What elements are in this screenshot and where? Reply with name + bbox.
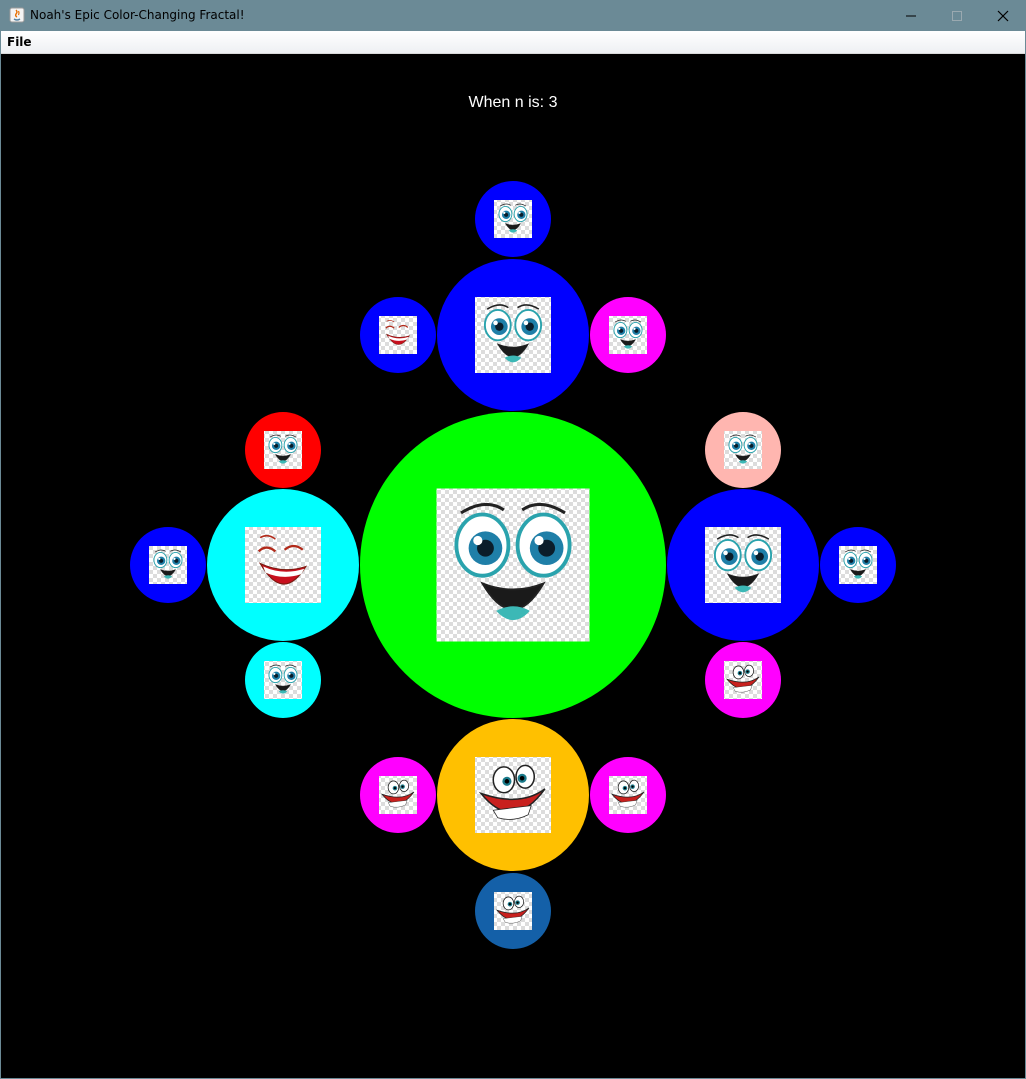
fractal-node-left-bottom — [245, 642, 321, 718]
fractal-node-center — [360, 412, 666, 718]
fractal-node-top — [437, 259, 589, 411]
maximize-icon — [952, 11, 962, 21]
fractal-node-top-top — [475, 181, 551, 257]
close-icon — [997, 10, 1009, 22]
java-app-icon — [9, 7, 25, 23]
fractal-node-bottom-bottom — [475, 873, 551, 949]
fractal-drawing — [130, 181, 896, 949]
fractal-node-bottom-left — [360, 757, 436, 833]
menu-bar: File — [1, 31, 1025, 54]
fractal-node-left — [207, 489, 359, 641]
face-tile — [245, 527, 321, 603]
minimize-icon — [906, 15, 916, 17]
fractal-node-top-left — [360, 297, 436, 373]
fractal-canvas: When n is: 3 — [1, 54, 1025, 1078]
window-title: Noah's Epic Color-Changing Fractal! — [30, 8, 245, 22]
minimize-button[interactable] — [888, 0, 934, 31]
fractal-node-right-bottom — [705, 642, 781, 718]
menu-file[interactable]: File — [7, 35, 32, 49]
fractal-node-bottom-right — [590, 757, 666, 833]
maximize-button[interactable] — [934, 0, 980, 31]
app-window: Noah's Epic Color-Changing Fractal! File… — [0, 0, 1026, 1079]
face-tile — [379, 316, 417, 354]
fractal-node-right — [667, 489, 819, 641]
fractal-node-right-top — [705, 412, 781, 488]
title-bar[interactable]: Noah's Epic Color-Changing Fractal! — [0, 0, 1026, 31]
fractal-node-left-left — [130, 527, 206, 603]
fractal-node-left-top — [245, 412, 321, 488]
fractal-node-bottom — [437, 719, 589, 871]
close-button[interactable] — [980, 0, 1026, 31]
fractal-node-top-right — [590, 297, 666, 373]
fractal-node-right-right — [820, 527, 896, 603]
